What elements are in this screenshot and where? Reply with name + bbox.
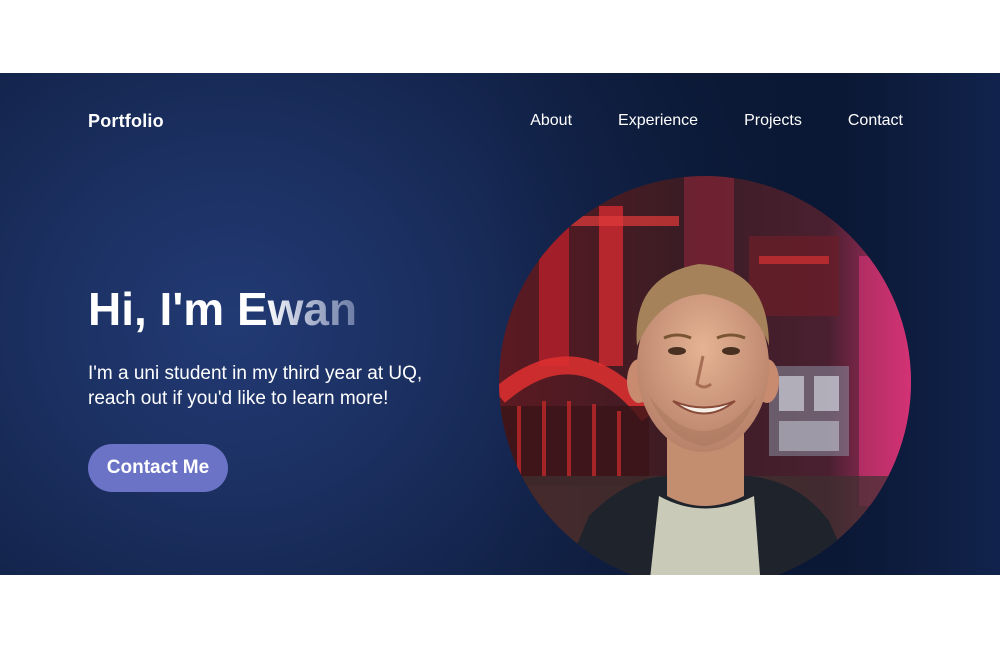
- hero-headline: Hi, I'm Ewan: [88, 283, 358, 335]
- nav-link-about[interactable]: About: [530, 112, 572, 130]
- hero-section: Portfolio About Experience Projects Cont…: [0, 73, 1000, 575]
- hero-intro-line-2: reach out if you'd like to learn more!: [88, 388, 389, 409]
- nav-link-projects[interactable]: Projects: [744, 112, 802, 130]
- contact-me-button[interactable]: Contact Me: [88, 444, 228, 492]
- hero-intro: I'm a uni student in my third year at UQ…: [88, 361, 468, 411]
- profile-photo: [499, 176, 911, 575]
- main-nav: About Experience Projects Contact: [530, 112, 903, 130]
- nav-link-contact[interactable]: Contact: [848, 112, 903, 130]
- hero-intro-line-1: I'm a uni student in my third year at UQ…: [88, 363, 423, 384]
- nav-link-experience[interactable]: Experience: [618, 112, 698, 130]
- logo-link[interactable]: Portfolio: [88, 111, 164, 132]
